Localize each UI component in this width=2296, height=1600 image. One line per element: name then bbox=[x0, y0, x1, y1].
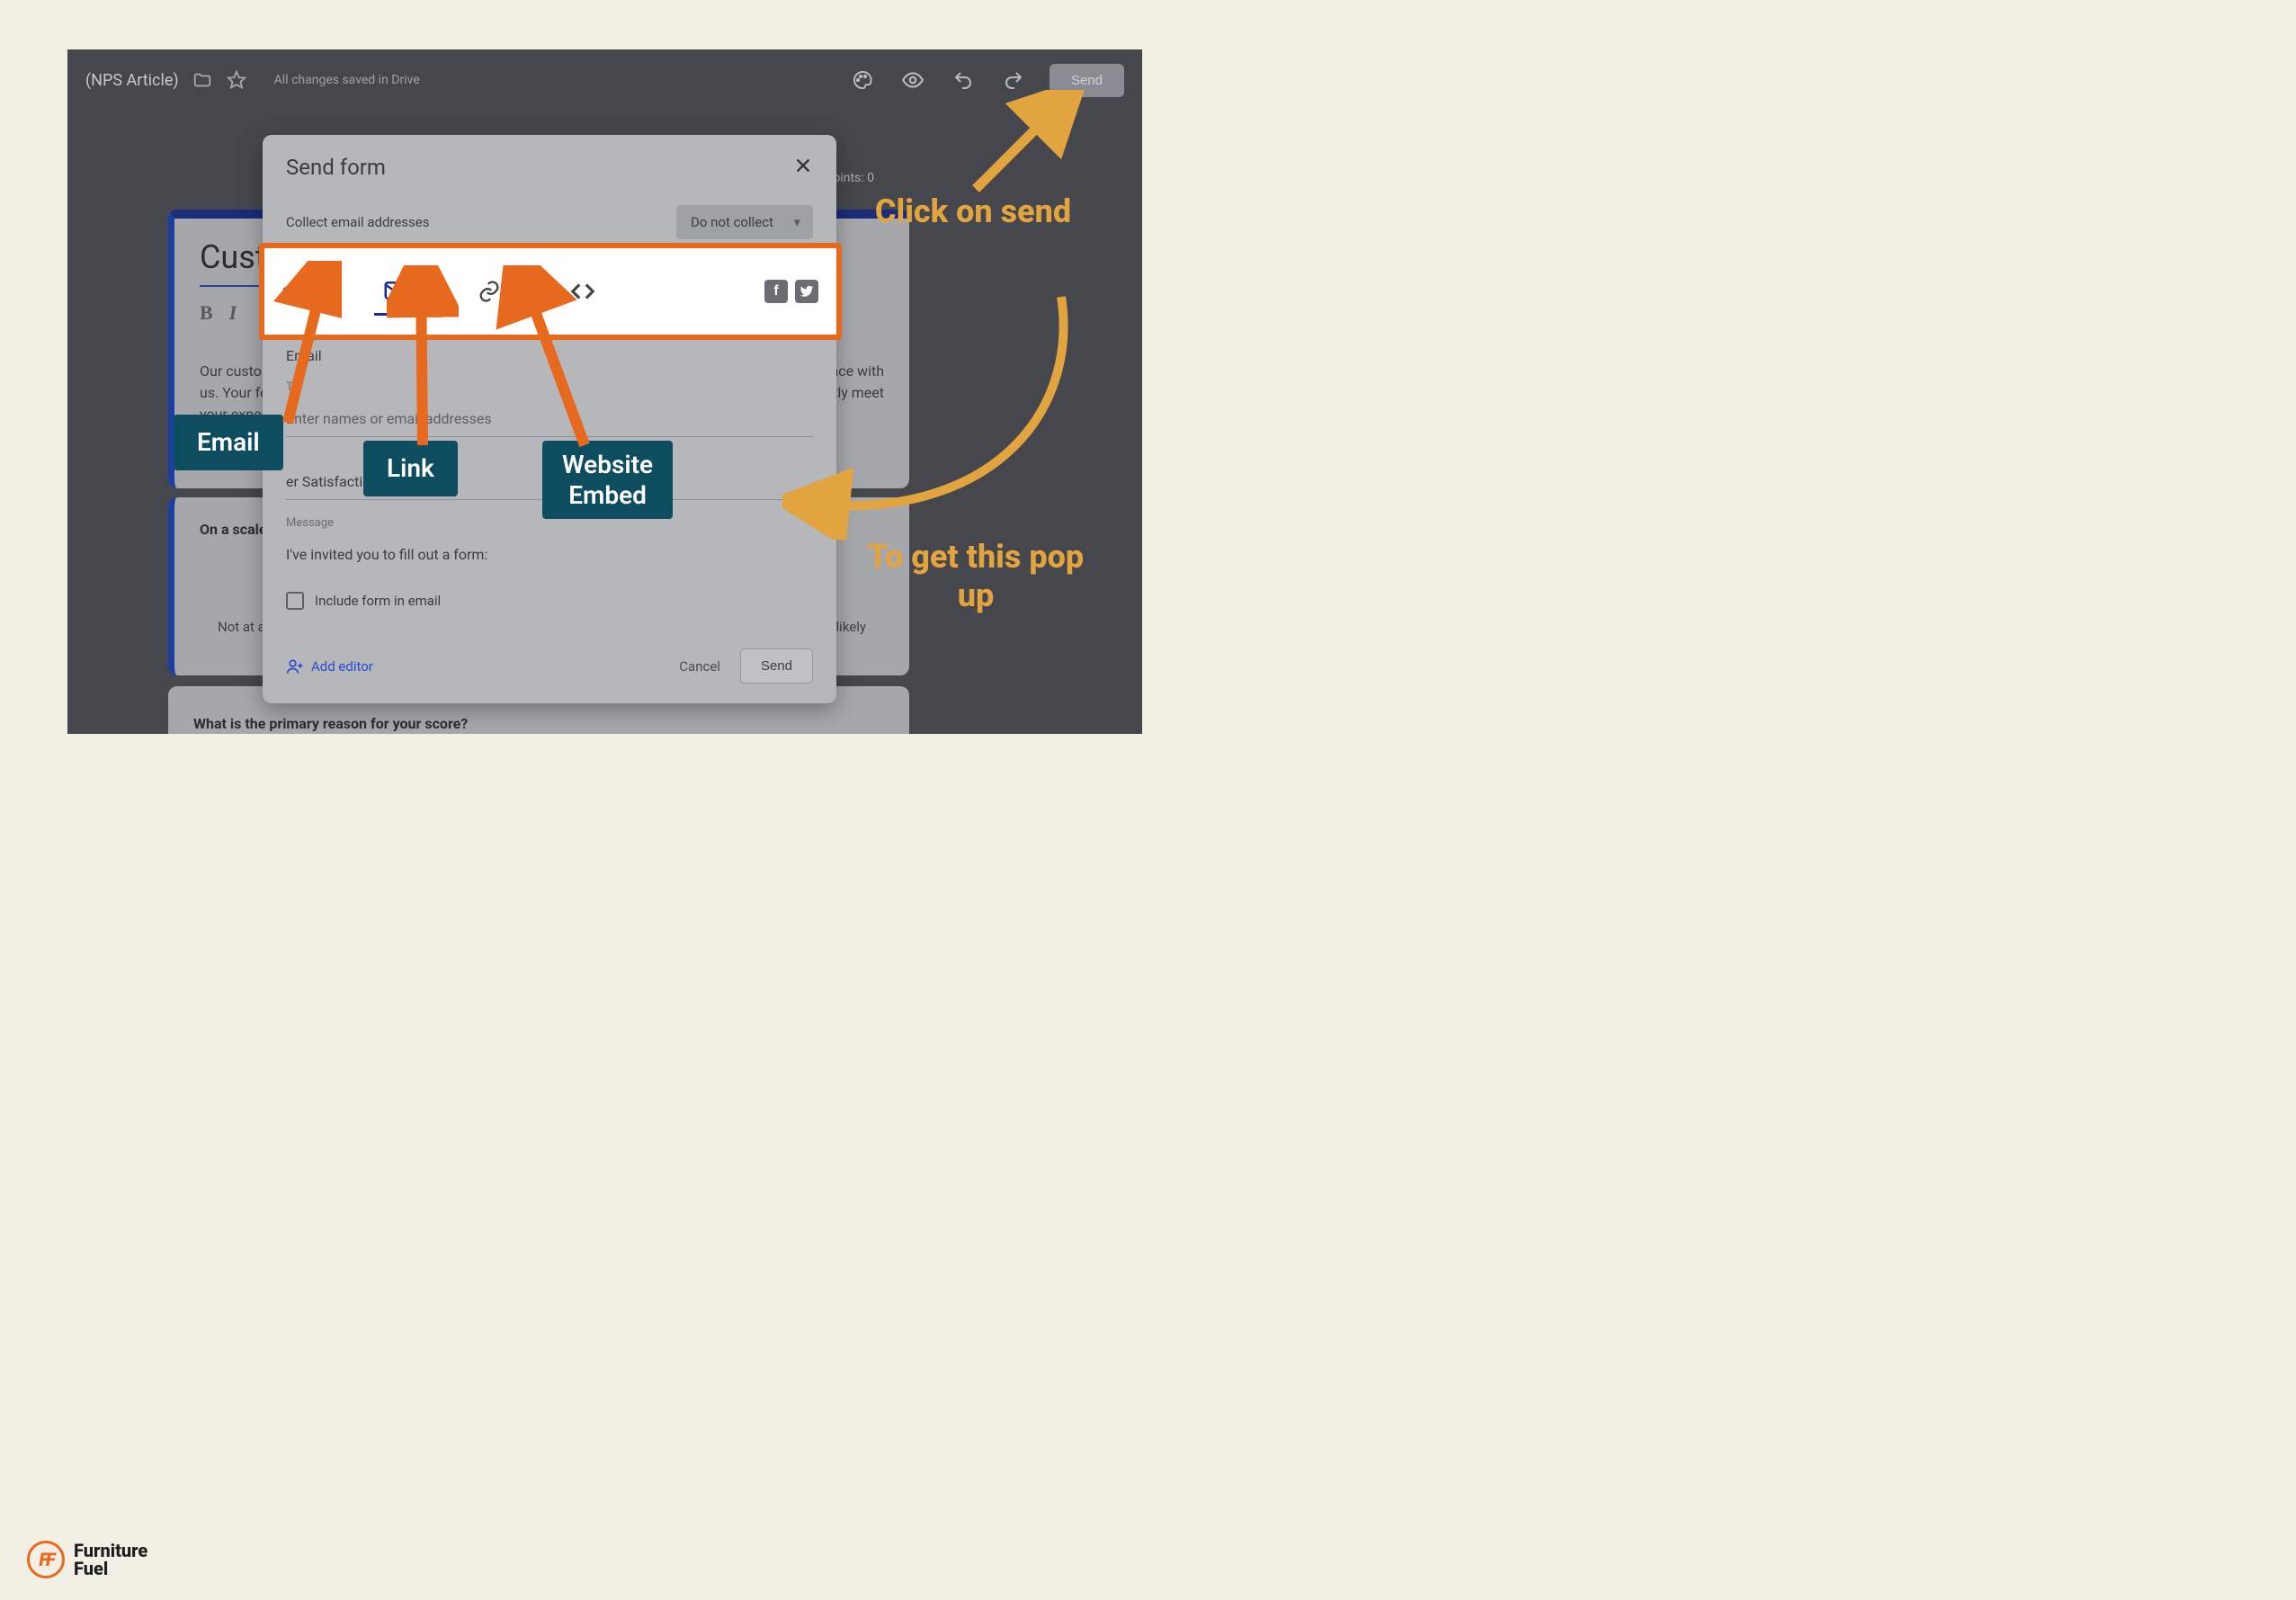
folder-icon[interactable] bbox=[192, 69, 213, 91]
furniture-fuel-logo: FF FurnitureFuel bbox=[27, 1541, 147, 1578]
logo-mark: FF bbox=[27, 1541, 65, 1578]
redo-icon[interactable] bbox=[999, 66, 1028, 94]
send-button[interactable]: Send bbox=[1050, 64, 1124, 97]
send-via-label: Send via bbox=[282, 283, 336, 300]
email-section-label: Email bbox=[286, 347, 813, 364]
google-forms-screenshot: (NPS Article) All changes saved in Drive… bbox=[67, 49, 1142, 734]
message-input[interactable]: I've invited you to fill out a form: bbox=[286, 530, 813, 572]
annotation-link: Link bbox=[363, 441, 458, 496]
include-form-checkbox[interactable] bbox=[286, 592, 304, 610]
send-via-link-icon[interactable] bbox=[468, 270, 511, 313]
send-via-row: Send via f bbox=[259, 243, 842, 340]
send-via-embed-icon[interactable] bbox=[561, 270, 604, 313]
annotation-popup: To get this pop up bbox=[854, 538, 1097, 615]
bold-icon[interactable]: B bbox=[200, 301, 213, 324]
collect-email-dropdown[interactable]: Do not collect bbox=[676, 205, 813, 239]
send-form-modal: Send form Collect email addresses Do not… bbox=[263, 135, 836, 703]
collect-email-label: Collect email addresses bbox=[286, 214, 430, 230]
star-icon[interactable] bbox=[226, 69, 247, 91]
palette-icon[interactable] bbox=[848, 66, 877, 94]
to-input[interactable]: Enter names or email addresses bbox=[286, 394, 813, 437]
cancel-button[interactable]: Cancel bbox=[679, 658, 720, 675]
italic-icon[interactable]: I bbox=[229, 301, 237, 324]
forms-toolbar: (NPS Article) All changes saved in Drive… bbox=[67, 62, 1142, 98]
annotation-click-send: Click on send bbox=[865, 192, 1081, 231]
scale-low-label: Not at al bbox=[218, 619, 268, 635]
logo-text: FurnitureFuel bbox=[74, 1542, 147, 1578]
add-editor-button[interactable]: Add editor bbox=[286, 657, 373, 675]
undo-icon[interactable] bbox=[949, 66, 978, 94]
send-via-email-icon[interactable] bbox=[374, 267, 417, 316]
twitter-icon[interactable] bbox=[795, 280, 818, 303]
preview-icon[interactable] bbox=[898, 66, 927, 94]
doc-title: (NPS Article) bbox=[85, 71, 179, 90]
save-status: All changes saved in Drive bbox=[274, 73, 420, 87]
reason-placeholder: Long answer text bbox=[168, 732, 909, 734]
facebook-icon[interactable]: f bbox=[764, 280, 788, 303]
annotation-email: Email bbox=[174, 415, 283, 470]
modal-title: Send form bbox=[286, 155, 386, 180]
to-label: To bbox=[286, 380, 813, 394]
annotation-embed: Website Embed bbox=[542, 441, 673, 519]
include-form-label: Include form in email bbox=[315, 593, 441, 609]
close-icon[interactable] bbox=[793, 156, 813, 179]
modal-send-button[interactable]: Send bbox=[740, 648, 813, 684]
